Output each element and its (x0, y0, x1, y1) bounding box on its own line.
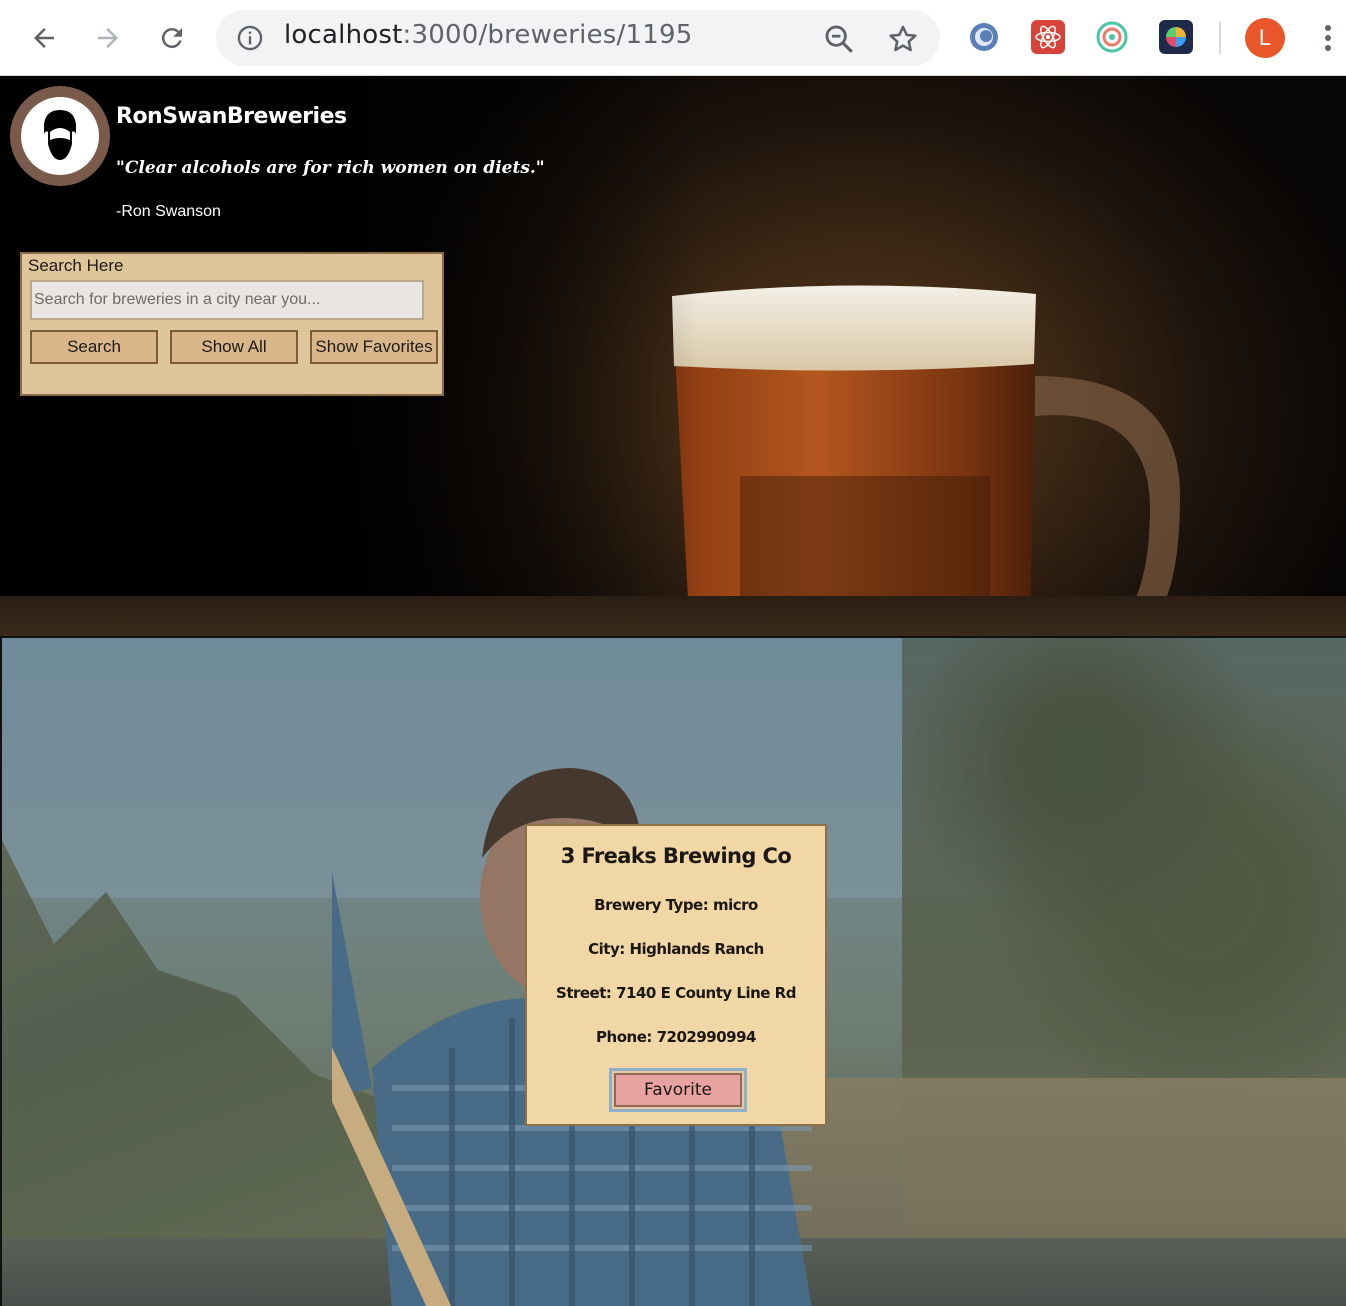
brewery-name: 3 Freaks Brewing Co (560, 844, 792, 868)
url-text: localhost:3000/breweries/1195 (284, 20, 693, 50)
brewery-phone: Phone: 7202990994 (596, 1028, 756, 1046)
brewery-type: Brewery Type: micro (594, 896, 758, 914)
brewery-detail-section: 3 Freaks Brewing Co Brewery Type: micro … (0, 636, 1346, 1306)
quote-text: "Clear alcohols are for rich women on di… (116, 158, 545, 178)
back-arrow-icon[interactable] (24, 18, 64, 58)
browser-toolbar: localhost:3000/breweries/1195 L (0, 0, 1346, 76)
site-title: RonSwanBreweries (116, 104, 347, 129)
search-input[interactable] (30, 280, 424, 320)
search-label: Search Here (28, 256, 124, 275)
table-surface (0, 596, 1346, 636)
ext-react-icon[interactable] (1031, 20, 1065, 54)
favorite-button-label: Favorite (614, 1073, 742, 1107)
ext-colorwheel-icon[interactable] (1159, 20, 1193, 54)
profile-avatar[interactable]: L (1245, 18, 1285, 58)
forward-arrow-icon[interactable] (88, 18, 128, 58)
zoom-out-icon[interactable] (822, 22, 856, 56)
star-icon[interactable] (886, 22, 920, 56)
brewery-card: 3 Freaks Brewing Co Brewery Type: micro … (525, 824, 827, 1126)
address-bar[interactable]: localhost:3000/breweries/1195 (216, 10, 940, 66)
show-favorites-button[interactable]: Show Favorites (310, 330, 438, 364)
ron-swanson-silhouette-icon (21, 97, 99, 175)
ext-target-icon[interactable] (1095, 20, 1129, 54)
search-button[interactable]: Search (30, 330, 158, 364)
toolbar-separator (1219, 22, 1221, 54)
ext-circle-icon[interactable] (967, 20, 1001, 54)
search-panel: Search Here Search Show All Show Favorit… (20, 252, 444, 396)
brewery-street: Street: 7140 E County Line Rd (556, 984, 796, 1002)
brewery-city: City: Highlands Ranch (588, 940, 764, 958)
info-icon[interactable] (236, 24, 264, 52)
show-all-button[interactable]: Show All (170, 330, 298, 364)
favorite-button[interactable]: Favorite (609, 1068, 747, 1112)
hero-section: RonSwanBreweries "Clear alcohols are for… (0, 76, 1346, 636)
site-logo[interactable] (10, 86, 110, 186)
menu-dots-icon[interactable] (1318, 20, 1338, 56)
quote-author: -Ron Swanson (116, 203, 221, 220)
reload-icon[interactable] (152, 18, 192, 58)
